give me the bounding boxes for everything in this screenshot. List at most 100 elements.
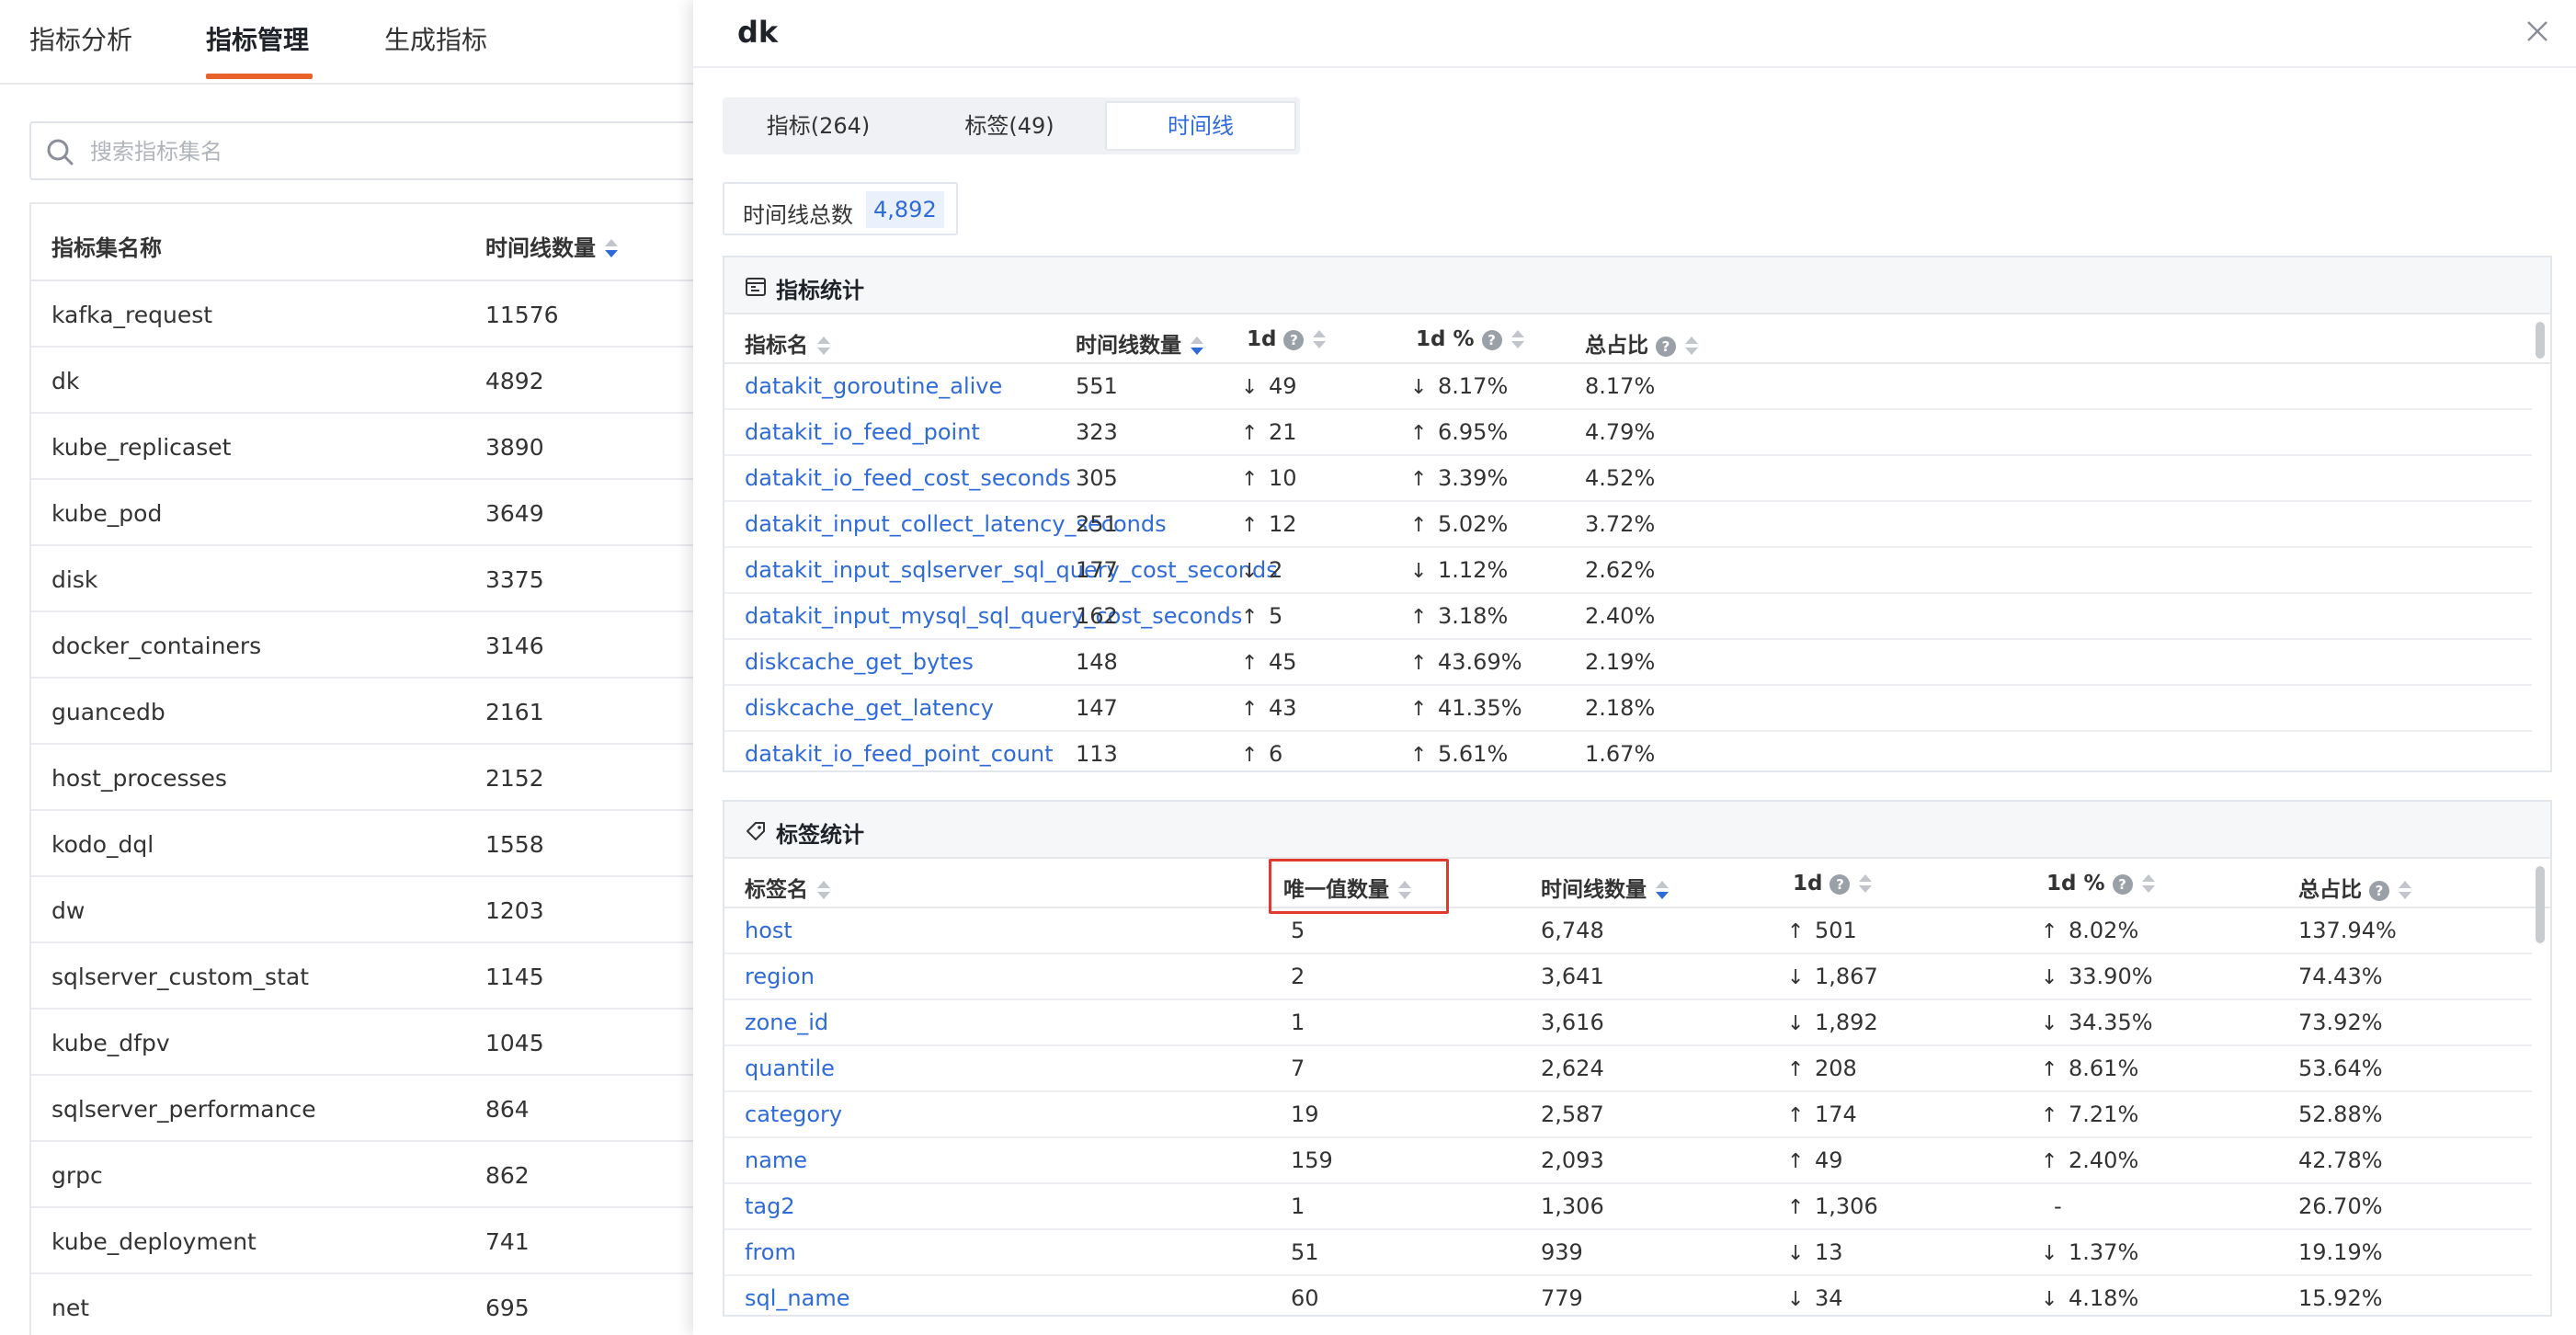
tag-name-link[interactable]: tag2 bbox=[745, 1193, 795, 1219]
column-header-timeseries-count[interactable]: 时间线数量 bbox=[1541, 872, 1669, 903]
column-header-share[interactable]: 总占比? bbox=[2298, 872, 2411, 903]
trend-text: 8.61% bbox=[2069, 1055, 2139, 1081]
sort-icon[interactable] bbox=[605, 239, 618, 259]
table-row[interactable]: kube_pod 3649 bbox=[31, 480, 728, 546]
search-input[interactable] bbox=[90, 134, 678, 169]
page: 指标分析 指标管理 生成指标 指标集名称 时间线数量 kafka_request… bbox=[0, 0, 2576, 1335]
metric-name-link[interactable]: datakit_goroutine_alive bbox=[745, 373, 1002, 399]
help-icon[interactable]: ? bbox=[1283, 329, 1305, 350]
sort-icon[interactable] bbox=[1191, 336, 1203, 357]
table-row[interactable]: guancedb 2161 bbox=[31, 679, 728, 745]
table-row[interactable]: kube_dfpv 1045 bbox=[31, 1010, 728, 1076]
tab-metric-management[interactable]: 指标管理 bbox=[206, 20, 309, 57]
column-header-1d[interactable]: 1d? bbox=[1793, 872, 1873, 896]
tag-name-link[interactable]: sql_name bbox=[745, 1285, 849, 1311]
scrollbar[interactable] bbox=[2536, 866, 2545, 943]
sort-icon[interactable] bbox=[817, 880, 830, 901]
arrow-down-icon: ↓ bbox=[1410, 560, 1428, 583]
table-row[interactable]: host_processes 2152 bbox=[31, 745, 728, 811]
metric-set-count: 11576 bbox=[485, 302, 559, 328]
table-row[interactable]: disk 3375 bbox=[31, 546, 728, 612]
tag-name-link[interactable]: category bbox=[745, 1101, 842, 1127]
tab-metrics[interactable]: 指标(264) bbox=[723, 101, 914, 151]
tag-stats-card: 标签统计 标签名 唯一值数量 时间线数量 1d? 1d %? 总占比? host… bbox=[723, 800, 2552, 1317]
table-row[interactable]: dw 1203 bbox=[31, 877, 728, 943]
metric-name-link[interactable]: datakit_io_feed_point_count bbox=[745, 741, 1054, 767]
share-value: 74.43% bbox=[2298, 964, 2383, 989]
table-row[interactable]: net 695 bbox=[31, 1274, 728, 1335]
sort-icon[interactable] bbox=[2141, 873, 2155, 895]
arrow-up-icon: ↑ bbox=[1241, 606, 1259, 629]
trend-value: ↑ 41.35% bbox=[1410, 695, 1522, 721]
table-row[interactable]: kube_replicaset 3890 bbox=[31, 414, 728, 480]
table-row[interactable]: kube_deployment 741 bbox=[31, 1208, 728, 1274]
sort-icon[interactable] bbox=[1685, 336, 1698, 357]
tab-timeseries[interactable]: 时间线 bbox=[1105, 101, 1296, 151]
help-icon[interactable]: ? bbox=[2112, 873, 2133, 895]
trend-value: ↑ 5.61% bbox=[1410, 741, 1508, 767]
tag-name-link[interactable]: from bbox=[745, 1239, 796, 1265]
arrow-up-icon: ↑ bbox=[1410, 422, 1428, 445]
sort-icon[interactable] bbox=[1859, 873, 1873, 895]
column-header-timeseries-count[interactable]: 时间线数量 bbox=[1076, 327, 1203, 359]
metric-name-link[interactable]: datakit_io_feed_point bbox=[745, 419, 980, 445]
trend-text: 13 bbox=[1815, 1239, 1843, 1265]
table-row[interactable]: kodo_dql 1558 bbox=[31, 811, 728, 877]
arrow-up-icon: ↑ bbox=[1787, 1196, 1805, 1219]
sort-icon[interactable] bbox=[817, 336, 830, 357]
metric-name-link[interactable]: datakit_input_mysql_sql_query_cost_secon… bbox=[745, 603, 1242, 629]
sort-icon[interactable] bbox=[1656, 880, 1669, 901]
scrollbar[interactable] bbox=[2536, 322, 2545, 359]
trend-value: ↑ 43 bbox=[1241, 695, 1297, 721]
trend-text: 2.40% bbox=[2069, 1147, 2139, 1173]
metric-name-link[interactable]: datakit_io_feed_cost_seconds bbox=[745, 465, 1071, 491]
tag-name-link[interactable]: region bbox=[745, 964, 815, 989]
tab-metric-analysis[interactable]: 指标分析 bbox=[29, 20, 132, 57]
trend-value: ↑ 7.21% bbox=[2041, 1101, 2138, 1127]
help-icon[interactable]: ? bbox=[1481, 329, 1502, 350]
table-row[interactable]: sqlserver_custom_stat 1145 bbox=[31, 943, 728, 1010]
arrow-up-icon: ↑ bbox=[1241, 744, 1259, 767]
tab-tags[interactable]: 标签(49) bbox=[914, 101, 1105, 151]
column-header-share[interactable]: 总占比? bbox=[1585, 327, 1698, 359]
metric-name-link[interactable]: diskcache_get_bytes bbox=[745, 649, 974, 675]
metric-name-link[interactable]: diskcache_get_latency bbox=[745, 695, 994, 721]
table-row[interactable]: grpc 862 bbox=[31, 1142, 728, 1208]
trend-text: 7.21% bbox=[2069, 1101, 2139, 1127]
help-icon[interactable]: ? bbox=[1656, 336, 1676, 357]
metric-set-table: 指标集名称 时间线数量 kafka_request 11576 dk 4892 kube… bbox=[29, 202, 728, 1335]
timeseries-count: 147 bbox=[1076, 695, 1118, 721]
table-row[interactable]: dk 4892 bbox=[31, 348, 728, 414]
close-icon[interactable] bbox=[2521, 15, 2554, 48]
column-header-1d-percent[interactable]: 1d %? bbox=[2046, 872, 2155, 896]
metric-set-count: 2152 bbox=[485, 765, 544, 792]
help-icon[interactable]: ? bbox=[1829, 873, 1851, 895]
tab-generate-metric[interactable]: 生成指标 bbox=[384, 20, 487, 57]
table-row: host 5 6,748 ↑ 501 ↑ 8.02% 137.94% bbox=[724, 908, 2532, 954]
trend-text: 43.69% bbox=[1438, 649, 1522, 675]
metric-name-link[interactable]: datakit_input_sqlserver_sql_query_cost_s… bbox=[745, 557, 1278, 583]
table-row[interactable]: sqlserver_performance 864 bbox=[31, 1076, 728, 1142]
tag-name-link[interactable]: quantile bbox=[745, 1055, 835, 1081]
detail-drawer: dk 指标(264) 标签(49) 时间线 时间线总数 4,892 指标统计 指… bbox=[693, 0, 2576, 1335]
tag-name-link[interactable]: host bbox=[745, 918, 792, 943]
sort-icon[interactable] bbox=[1510, 329, 1524, 350]
sort-icon[interactable] bbox=[2399, 880, 2411, 901]
column-header-tag-name[interactable]: 标签名 bbox=[745, 872, 830, 903]
help-icon[interactable]: ? bbox=[2369, 880, 2389, 901]
column-header-1d[interactable]: 1d? bbox=[1247, 327, 1327, 351]
table-row[interactable]: docker_containers 3146 bbox=[31, 612, 728, 679]
card-title: 标签统计 bbox=[776, 822, 864, 848]
trend-text: 174 bbox=[1815, 1101, 1857, 1127]
sort-icon[interactable] bbox=[1313, 329, 1327, 350]
metric-set-count: 3375 bbox=[485, 566, 544, 593]
table-row[interactable]: kafka_request 11576 bbox=[31, 281, 728, 348]
table-header: 指标集名称 时间线数量 bbox=[31, 204, 728, 281]
trend-text: 49 bbox=[1269, 373, 1297, 399]
column-header-metric-name[interactable]: 指标名 bbox=[745, 327, 830, 359]
tag-name-link[interactable]: zone_id bbox=[745, 1010, 828, 1035]
column-header-1d-percent[interactable]: 1d %? bbox=[1416, 327, 1524, 351]
column-header-count[interactable]: 时间线数量 bbox=[485, 230, 618, 262]
share-value: 2.19% bbox=[1585, 649, 1656, 675]
tag-name-link[interactable]: name bbox=[745, 1147, 807, 1173]
